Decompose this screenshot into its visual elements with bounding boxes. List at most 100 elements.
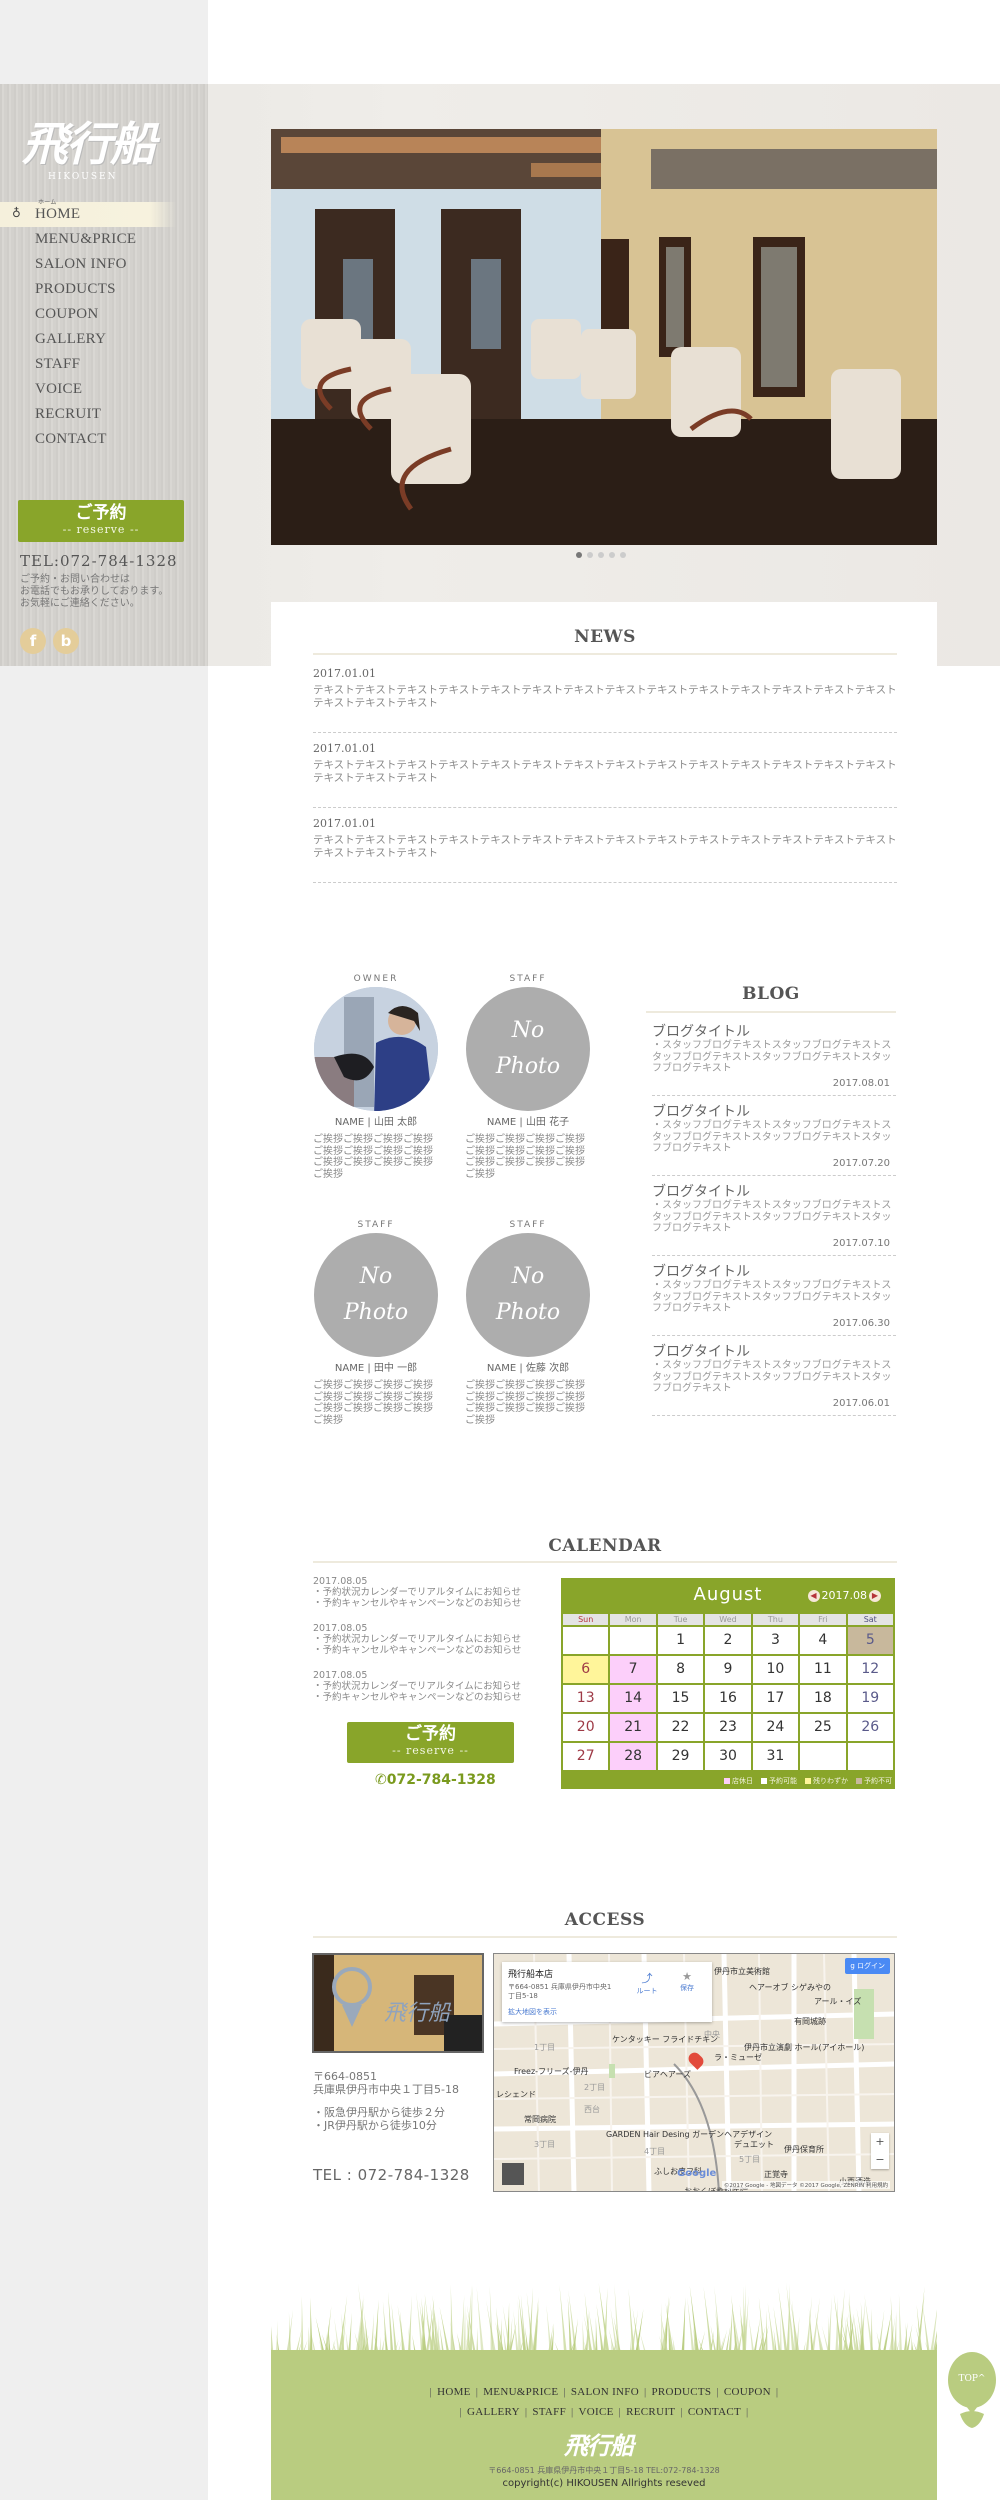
hero-slider[interactable] — [271, 129, 937, 545]
street-view-thumbnail[interactable] — [502, 2163, 524, 2185]
next-month-icon[interactable]: ▶ — [869, 1589, 881, 1602]
sidebar-item-menu-price[interactable]: MENU&PRICE — [0, 227, 208, 252]
blog-item[interactable]: ブログタイトル ・スタッフブログテキストスタッフブログテキストスタッフブログテキ… — [652, 1264, 896, 1336]
sidebar-item-home[interactable]: ♁ ホーム HOME — [0, 200, 176, 227]
map-label[interactable]: 伊丹市立演劇 ホール(アイホール) — [744, 2042, 864, 2053]
staff-photo[interactable] — [314, 987, 438, 1111]
map-label[interactable]: 伊丹保育所 — [784, 2144, 824, 2155]
slider-dot-5[interactable] — [620, 552, 626, 558]
sidebar-reserve-button[interactable]: ご予約 -- reserve -- — [18, 500, 184, 542]
news-item[interactable]: 2017.01.01 テキストテキストテキストテキストテキストテキストテキストテ… — [313, 667, 897, 733]
calendar-day[interactable]: 31 — [752, 1743, 799, 1770]
footer-link-salon-info[interactable]: SALON INFO — [571, 2386, 639, 2398]
footer-link-gallery[interactable]: GALLERY — [467, 2406, 520, 2418]
blog-item[interactable]: ブログタイトル ・スタッフブログテキストスタッフブログテキストスタッフブログテキ… — [652, 1344, 896, 1416]
calendar-day[interactable]: 17 — [752, 1685, 799, 1712]
map-label[interactable]: 西台 — [584, 2104, 600, 2115]
map-label[interactable]: 常岡病院 — [524, 2114, 556, 2125]
logo[interactable]: 飛行船 — [22, 108, 192, 178]
footer-link-voice[interactable]: VOICE — [579, 2406, 614, 2418]
footer-link-coupon[interactable]: COUPON — [724, 2386, 771, 2398]
back-to-top-button[interactable]: TOP^ — [946, 2350, 998, 2432]
google-map[interactable]: 飛行船本店 〒664-0851 兵庫県伊丹市中央1丁目5-18 拡大地図を表示 … — [493, 1953, 895, 2192]
footer-link-menu-price[interactable]: MENU&PRICE — [483, 2386, 558, 2398]
footer-link-products[interactable]: PRODUCTS — [651, 2386, 711, 2398]
map-label[interactable]: デュエット — [734, 2139, 774, 2150]
staff-photo-placeholder[interactable]: No Photo — [314, 1233, 438, 1357]
calendar-day[interactable]: 9 — [705, 1656, 751, 1683]
sidebar-tel[interactable]: TEL:072-784-1328 — [20, 552, 178, 570]
calendar-day[interactable]: 1 — [657, 1627, 704, 1654]
calendar-day[interactable]: 11 — [800, 1656, 846, 1683]
calendar-day[interactable]: 27 — [563, 1743, 609, 1770]
calendar-day[interactable]: 16 — [705, 1685, 751, 1712]
map-label[interactable]: Freez-フリーズ-伊丹 — [514, 2066, 589, 2077]
calendar-day[interactable]: 18 — [800, 1685, 846, 1712]
map-label[interactable]: 5丁目 — [739, 2154, 760, 2165]
footer-logo[interactable]: 飛行船 — [564, 2426, 634, 2461]
map-label[interactable]: ビアヘアーズ — [644, 2069, 691, 2080]
calendar-day[interactable]: 15 — [657, 1685, 704, 1712]
sidebar-item-coupon[interactable]: COUPON — [0, 302, 208, 327]
map-label[interactable]: 中央 — [704, 2029, 720, 2040]
calendar-day[interactable]: 25 — [800, 1714, 846, 1741]
map-label[interactable]: レシェンド — [496, 2089, 536, 2100]
footer-link-staff[interactable]: STAFF — [532, 2406, 566, 2418]
zoom-out-icon[interactable]: − — [871, 2151, 889, 2169]
map-login-button[interactable]: g ログイン — [845, 1958, 890, 1974]
calendar-day[interactable]: 10 — [752, 1656, 799, 1683]
calendar-day[interactable]: 8 — [657, 1656, 704, 1683]
map-route-button[interactable]: ⤴ ルート — [632, 1970, 662, 1996]
facebook-icon[interactable]: f — [20, 628, 46, 654]
calendar-day[interactable]: 14 — [610, 1685, 656, 1712]
calendar-day[interactable]: 21 — [610, 1714, 656, 1741]
calendar-day[interactable]: 29 — [657, 1743, 704, 1770]
calendar-day[interactable]: 4 — [800, 1627, 846, 1654]
sidebar-item-voice[interactable]: VOICE — [0, 377, 208, 402]
calendar-day[interactable]: 6 — [563, 1656, 609, 1683]
sidebar-item-staff[interactable]: STAFF — [0, 352, 208, 377]
calendar-day[interactable]: 13 — [563, 1685, 609, 1712]
calendar-day[interactable]: 22 — [657, 1714, 704, 1741]
map-label[interactable]: アール・イズ — [814, 1996, 861, 2007]
slider-dot-3[interactable] — [598, 552, 604, 558]
calendar-day[interactable]: 19 — [847, 1685, 893, 1712]
sidebar-item-salon-info[interactable]: SALON INFO — [0, 252, 208, 277]
footer-link-contact[interactable]: CONTACT — [688, 2406, 741, 2418]
sidebar-item-products[interactable]: PRODUCTS — [0, 277, 208, 302]
calendar-day[interactable]: 24 — [752, 1714, 799, 1741]
news-item[interactable]: 2017.01.01 テキストテキストテキストテキストテキストテキストテキストテ… — [313, 742, 897, 808]
sidebar-item-gallery[interactable]: GALLERY — [0, 327, 208, 352]
footer-link-recruit[interactable]: RECRUIT — [626, 2406, 675, 2418]
zoom-in-icon[interactable]: + — [871, 2133, 889, 2151]
calendar-day[interactable]: 5 — [847, 1627, 893, 1654]
map-label[interactable]: 正覚寺 — [764, 2169, 788, 2180]
map-save-button[interactable]: ★ 保存 — [672, 1970, 702, 1993]
calendar-day[interactable]: 28 — [610, 1743, 656, 1770]
sidebar-item-recruit[interactable]: RECRUIT — [0, 402, 208, 427]
map-label[interactable]: 3丁目 — [534, 2139, 555, 2150]
map-label[interactable]: 有岡城跡 — [794, 2016, 826, 2027]
calendar-day[interactable]: 23 — [705, 1714, 751, 1741]
calendar-day[interactable]: 12 — [847, 1656, 893, 1683]
sidebar-item-contact[interactable]: CONTACT — [0, 427, 208, 452]
footer-link-home[interactable]: HOME — [437, 2386, 471, 2398]
blog-item[interactable]: ブログタイトル ・スタッフブログテキストスタッフブログテキストスタッフブログテキ… — [652, 1184, 896, 1256]
map-label[interactable]: 伊丹市立美術館 — [714, 1966, 770, 1977]
staff-photo-placeholder[interactable]: No Photo — [466, 987, 590, 1111]
map-enlarge-link[interactable]: 拡大地図を表示 — [508, 2007, 706, 2017]
slider-dot-2[interactable] — [587, 552, 593, 558]
map-label[interactable]: ケンタッキー フライドチキン — [612, 2034, 718, 2045]
calendar-day[interactable]: 30 — [705, 1743, 751, 1770]
map-label[interactable]: 1丁目 — [534, 2042, 555, 2053]
blog-item[interactable]: ブログタイトル ・スタッフブログテキストスタッフブログテキストスタッフブログテキ… — [652, 1104, 896, 1176]
map-label[interactable]: 2丁目 — [584, 2082, 605, 2093]
news-item[interactable]: 2017.01.01 テキストテキストテキストテキストテキストテキストテキストテ… — [313, 817, 897, 883]
map-label[interactable]: ラ・ミューゼ — [714, 2052, 762, 2063]
blog-icon[interactable]: b — [53, 628, 79, 654]
access-tel[interactable]: TEL : 072-784-1328 — [313, 2166, 470, 2184]
map-label[interactable]: 4丁目 — [644, 2146, 665, 2157]
calendar-tel[interactable]: ✆072-784-1328 — [375, 1772, 496, 1788]
staff-photo-placeholder[interactable]: No Photo — [466, 1233, 590, 1357]
calendar-day[interactable]: 20 — [563, 1714, 609, 1741]
